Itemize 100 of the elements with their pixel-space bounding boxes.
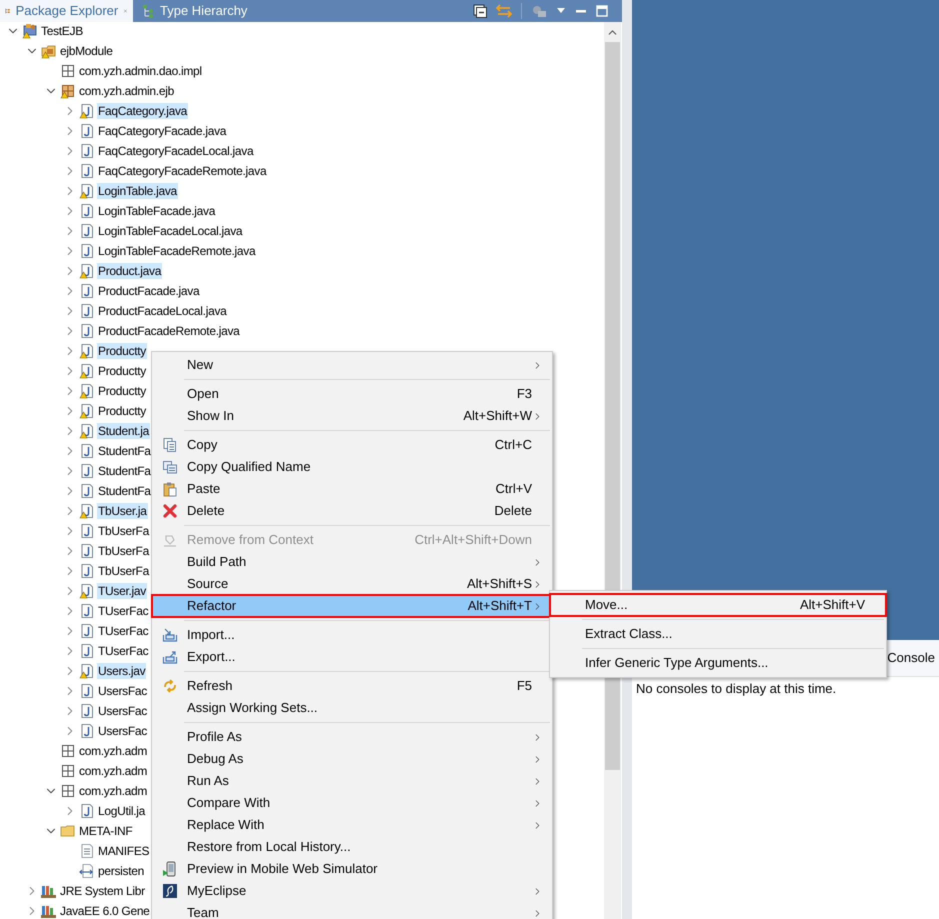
menu-item[interactable]: Extract Class...	[550, 623, 886, 645]
tree-item[interactable]: JRE System Libr	[59, 883, 146, 899]
shortcut-text: F5	[516, 677, 532, 696]
tree-item[interactable]: LoginTableFacade.java	[97, 203, 216, 219]
tree-item[interactable]: com.yzh.admin.ejb	[78, 83, 175, 99]
tree-item[interactable]: LoginTableFacadeLocal.java	[97, 223, 244, 239]
paste-icon	[162, 481, 178, 497]
tree-item[interactable]: Productty	[97, 403, 147, 419]
menu-item[interactable]: Debug As	[152, 748, 552, 770]
shortcut-text: F3	[516, 385, 532, 404]
console-message: No consoles to display at this time.	[635, 680, 838, 698]
view-menu-icon[interactable]	[556, 7, 566, 15]
menu-item[interactable]: Move... Alt+Shift+V	[550, 594, 886, 616]
menu-item[interactable]: Refresh F5	[152, 675, 552, 697]
tree-item[interactable]: StudentFa	[97, 463, 152, 479]
tree-item[interactable]: TUser.jav	[97, 583, 147, 599]
shortcut-text: Delete	[494, 502, 532, 520]
tree-item[interactable]: Productty	[97, 363, 147, 379]
tree-item[interactable]: UsersFac	[97, 683, 148, 699]
menu-item[interactable]: Open F3	[152, 383, 552, 405]
phone-icon	[162, 861, 178, 877]
tree-item[interactable]: Productty	[97, 343, 147, 359]
tree-item[interactable]: com.yzh.adm	[78, 763, 148, 779]
menu-item[interactable]: Import...	[152, 624, 552, 646]
myeclipse-icon	[162, 883, 178, 899]
tree-item[interactable]: LogUtil.ja	[97, 803, 146, 819]
tree-item[interactable]: StudentFa	[97, 443, 152, 459]
view-tab[interactable]: Package Explorer	[0, 0, 133, 22]
copy-icon	[162, 437, 178, 453]
tree-item[interactable]: Product.java	[97, 263, 162, 279]
tree-item[interactable]: TbUserFa	[97, 563, 150, 579]
shortcut-text: Alt+Shift+V	[800, 596, 866, 614]
tree-item[interactable]: TUserFac	[97, 603, 150, 619]
menu-item[interactable]: Paste Ctrl+V	[152, 478, 552, 500]
maximize-icon[interactable]	[596, 5, 608, 17]
view-tab[interactable]: Type Hierarchy	[133, 0, 252, 22]
tree-item[interactable]: ProductFacade.java	[97, 283, 200, 299]
shortcut-text: Ctrl+V	[496, 480, 532, 498]
menu-item[interactable]: Copy Ctrl+C	[152, 434, 552, 456]
tree-item[interactable]: FaqCategoryFacadeLocal.java	[97, 143, 254, 159]
link-arrows-icon[interactable]	[496, 4, 512, 18]
shortcut-text: Alt+Shift+S	[466, 575, 532, 594]
tree-item[interactable]: UsersFac	[97, 723, 148, 739]
tree-item[interactable]: ProductFacadeRemote.java	[97, 323, 241, 339]
shortcut-text: Ctrl+C	[494, 436, 532, 454]
tree-item[interactable]: com.yzh.adm	[78, 783, 148, 799]
menu-item[interactable]: Copy Qualified Name	[152, 456, 552, 478]
menu-item[interactable]: New	[152, 354, 552, 376]
tree-item[interactable]: persisten	[97, 863, 145, 879]
tree-item[interactable]: Student.ja	[97, 423, 150, 439]
tree-item[interactable]: TUserFac	[97, 643, 150, 659]
menu-item[interactable]: Run As	[152, 770, 552, 792]
tree-item[interactable]: ejbModule	[59, 43, 114, 59]
refresh-icon	[162, 678, 178, 694]
shortcut-text: Alt+Shift+T	[468, 597, 532, 616]
menu-item[interactable]: Compare With	[152, 792, 552, 814]
tree-item[interactable]: LoginTable.java	[97, 183, 178, 199]
menu-item[interactable]: Refactor Alt+Shift+T	[152, 595, 552, 617]
menu-item[interactable]: MyEclipse	[152, 880, 552, 902]
menu-item[interactable]: Assign Working Sets...	[152, 697, 552, 719]
tree-item[interactable]: TbUserFa	[97, 543, 150, 559]
menu-item[interactable]: Source Alt+Shift+S	[152, 573, 552, 595]
tree-item[interactable]: TUserFac	[97, 623, 150, 639]
collapse-all-icon[interactable]	[473, 4, 487, 18]
tree-item[interactable]: ProductFacadeLocal.java	[97, 303, 228, 319]
tree-item[interactable]: Users.jav	[97, 663, 146, 679]
menu-item[interactable]: Replace With	[152, 814, 552, 836]
tree-item[interactable]: LoginTableFacadeRemote.java	[97, 243, 256, 259]
tree-item[interactable]: TbUserFa	[97, 523, 150, 539]
menu-item[interactable]: Team	[152, 902, 552, 919]
tree-item[interactable]: TestEJB	[40, 23, 84, 39]
tree-item[interactable]: com.yzh.admin.dao.impl	[78, 63, 203, 79]
export-icon	[162, 649, 178, 665]
tree-item[interactable]: Productty	[97, 383, 147, 399]
shortcut-text: Ctrl+Alt+Shift+Down	[414, 531, 532, 550]
menu-item[interactable]: Build Path	[152, 551, 552, 573]
tree-item[interactable]: FaqCategoryFacadeRemote.java	[97, 163, 268, 179]
import-icon	[162, 627, 178, 643]
menu-item[interactable]: Export...	[152, 646, 552, 668]
menu-item[interactable]: Infer Generic Type Arguments...	[550, 652, 886, 674]
menu-item[interactable]: Show In Alt+Shift+W	[152, 405, 552, 427]
tree-item[interactable]: JavaEE 6.0 Gene	[59, 903, 151, 919]
shortcut-text: Alt+Shift+W	[463, 407, 532, 426]
menu-item[interactable]: Profile As	[152, 726, 552, 748]
tree-item[interactable]: FaqCategoryFacade.java	[97, 123, 228, 139]
tree-item[interactable]: com.yzh.adm	[78, 743, 148, 759]
menu-item[interactable]: Restore from Local History...	[152, 836, 552, 858]
hierarchy-icon	[141, 4, 155, 18]
filter-icon[interactable]	[531, 4, 547, 18]
menu-item[interactable]: Preview in Mobile Web Simulator	[152, 858, 552, 880]
tree-item[interactable]: MANIFES	[97, 843, 150, 859]
tree-item[interactable]: FaqCategory.java	[97, 103, 188, 119]
delete-icon	[162, 503, 178, 519]
copy-qualified-icon	[162, 459, 178, 475]
tree-item[interactable]: StudentFa	[97, 483, 152, 499]
tree-item[interactable]: UsersFac	[97, 703, 148, 719]
tree-item[interactable]: TbUser.ja	[97, 503, 148, 519]
menu-item[interactable]: Delete Delete	[152, 500, 552, 522]
tree-item[interactable]: META-INF	[78, 823, 134, 839]
console-tab[interactable]: Console	[887, 648, 935, 668]
